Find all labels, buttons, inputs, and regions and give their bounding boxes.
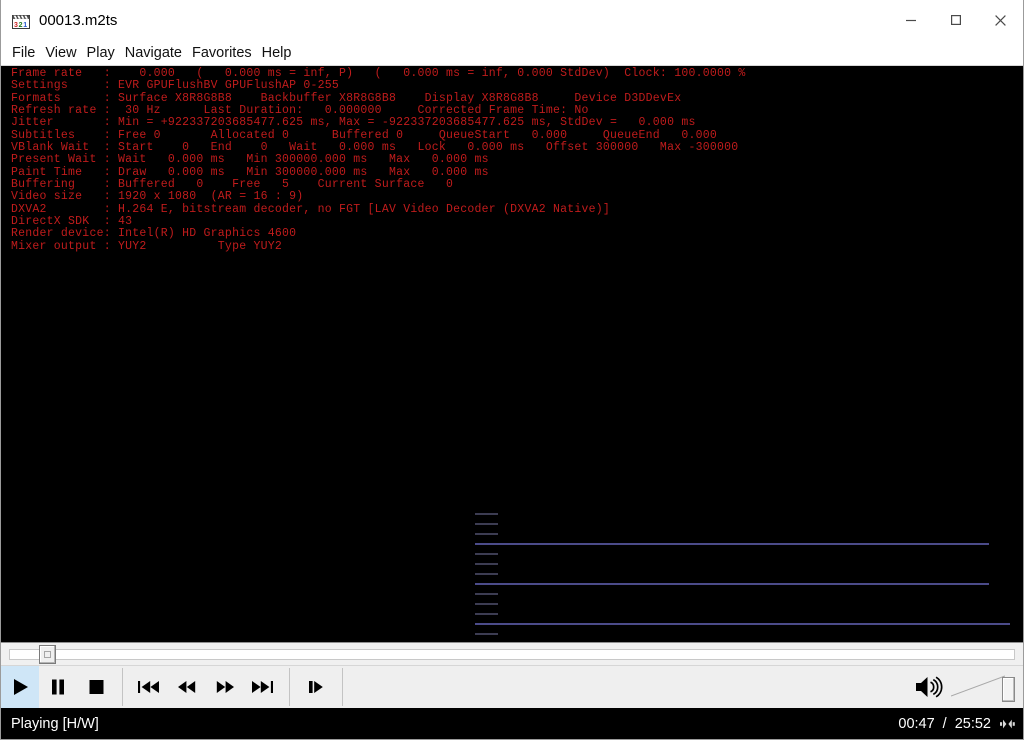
menu-play[interactable]: Play (82, 42, 120, 65)
skip-forward-button[interactable] (244, 666, 282, 708)
volume-area (907, 666, 1023, 708)
volume-speaker-icon[interactable] (907, 674, 951, 700)
maximize-button[interactable] (933, 0, 978, 40)
statistics-line: Jitter : Min = +922337203685477.625 ms, … (11, 116, 696, 130)
stop-button[interactable] (77, 666, 115, 708)
title-bar: 3 2 1 00013.m2ts (1, 0, 1023, 41)
sync-graph-gridline (475, 593, 498, 595)
window-title: 00013.m2ts (39, 11, 118, 29)
time-current: 00:47 (898, 715, 935, 732)
volume-ramp-icon (951, 675, 1005, 697)
time-total: 25:52 (954, 715, 991, 732)
sync-graph-gridline (475, 543, 989, 545)
pause-button[interactable] (39, 666, 77, 708)
volume-thumb[interactable] (1002, 677, 1015, 702)
app-icon: 3 2 1 (12, 11, 30, 29)
menu-help[interactable]: Help (257, 42, 297, 65)
mpc-hc-window: 3 2 1 00013.m2ts File View Play Navigate… (0, 0, 1024, 740)
playback-state: Playing [H/W] (11, 715, 99, 732)
control-spacer (350, 666, 907, 708)
statistics-overlay: Frame rate : 0.000 ( 0.000 ms = inf, P) … (11, 67, 746, 253)
sync-graph-gridline (475, 533, 498, 535)
svg-text:1: 1 (23, 22, 27, 29)
statistics-line: Video size : 1920 x 1080 (AR = 16 : 9) (11, 190, 304, 204)
rewind-button[interactable] (168, 666, 206, 708)
time-separator: / (942, 715, 947, 732)
status-bar: Playing [H/W] 00:47 / 25:52 (1, 708, 1023, 739)
sync-graph-gridline (475, 553, 498, 555)
menu-bar: File View Play Navigate Favorites Help (1, 41, 1023, 66)
sync-graph-gridline (475, 613, 498, 615)
sync-graph-gridline (475, 633, 498, 635)
minimize-button[interactable] (888, 0, 933, 40)
play-button[interactable] (1, 666, 39, 708)
seek-thumb[interactable] (38, 645, 56, 664)
status-right-group: 00:47 / 25:52 (898, 716, 1015, 732)
statistics-line: Settings : EVR GPUFlushBV GPUFlushAP 0-2… (11, 79, 340, 93)
menu-favorites[interactable]: Favorites (187, 42, 257, 65)
statistics-line: Render device: Intel(R) HD Graphics 4600 (11, 227, 297, 241)
video-view[interactable]: Frame rate : 0.000 ( 0.000 ms = inf, P) … (1, 66, 1023, 642)
menu-file[interactable]: File (7, 42, 40, 65)
fast-forward-button[interactable] (206, 666, 244, 708)
window-buttons (888, 0, 1023, 40)
menu-navigate[interactable]: Navigate (120, 42, 187, 65)
control-separator-1 (122, 668, 123, 706)
svg-text:2: 2 (19, 22, 23, 29)
frame-step-button[interactable] (297, 666, 335, 708)
close-button[interactable] (978, 0, 1023, 40)
control-bar (1, 665, 1023, 708)
sync-graph-gridline (475, 583, 989, 585)
control-separator-2 (289, 668, 290, 706)
sync-graph-gridline (475, 603, 498, 605)
statistics-line: Present Wait : Wait 0.000 ms Min 300000.… (11, 153, 489, 167)
skip-back-button[interactable] (130, 666, 168, 708)
seek-track[interactable] (9, 649, 1015, 660)
sync-graph-gridline (475, 513, 498, 515)
sync-graph-gridline (475, 523, 498, 525)
stereo-channels-icon (999, 718, 1015, 729)
sync-graph-gridline (475, 573, 498, 575)
control-separator-3 (342, 668, 343, 706)
menu-view[interactable]: View (40, 42, 81, 65)
jitter-sync-graph (475, 504, 1023, 642)
sync-graph-gridline (475, 623, 1010, 625)
seek-bar[interactable] (1, 642, 1023, 665)
svg-text:3: 3 (14, 22, 18, 29)
statistics-line: Mixer output : YUY2 Type YUY2 (11, 239, 282, 253)
sync-graph-gridline (475, 563, 498, 565)
volume-slider[interactable] (951, 671, 1015, 703)
